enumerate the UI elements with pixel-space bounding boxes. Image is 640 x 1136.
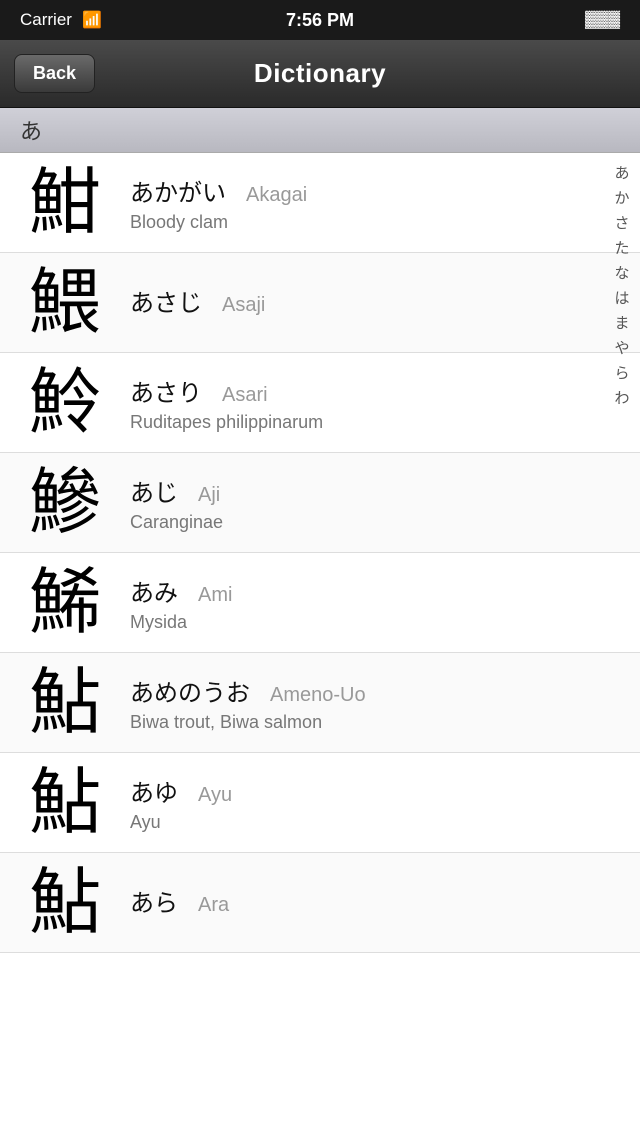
romanji-0: Akagai	[246, 184, 307, 207]
entry-details-1: あさじ Asaji	[120, 283, 590, 322]
index-item-な[interactable]: な	[614, 263, 629, 284]
english-2: Ruditapes philippinarum	[130, 412, 590, 433]
index-item-ま[interactable]: ま	[614, 313, 629, 334]
index-item-わ[interactable]: わ	[614, 388, 629, 409]
status-bar: Carrier 📶 7:56 PM ▓▓▓	[0, 0, 640, 40]
hiragana-7: あら	[130, 883, 178, 918]
nav-title: Dictionary	[254, 58, 386, 89]
dict-entry-3[interactable]: 鰺あじ Aji Caranginae	[0, 453, 640, 553]
romanji-4: Ami	[198, 584, 232, 607]
entry-details-2: あさり Asari Ruditapes philippinarum	[120, 373, 590, 433]
dict-entry-6[interactable]: 鮎あゆ Ayu Ayu	[0, 753, 640, 853]
entry-details-7: あら Ara	[120, 883, 590, 922]
kanji-5: 鮎	[10, 667, 120, 739]
kanji-7: 鮎	[10, 867, 120, 939]
hiragana-1: あさじ	[130, 283, 202, 318]
kanji-1: 鰃	[10, 267, 120, 339]
dict-entry-1[interactable]: 鰃あさじ Asaji	[0, 253, 640, 353]
hiragana-0: あかがい	[130, 173, 226, 208]
entry-details-5: あめのうお Ameno-Uo Biwa trout, Biwa salmon	[120, 673, 590, 733]
dict-entry-2[interactable]: 魿あさり Asari Ruditapes philippinarum	[0, 353, 640, 453]
kanji-3: 鰺	[10, 467, 120, 539]
romanji-6: Ayu	[198, 784, 232, 807]
wifi-icon: 📶	[82, 10, 102, 30]
romanji-1: Asaji	[222, 294, 265, 317]
entry-details-6: あゆ Ayu Ayu	[120, 773, 590, 833]
carrier-label: Carrier	[20, 10, 72, 30]
index-item-た[interactable]: た	[614, 238, 629, 259]
index-sidebar[interactable]: あかさたなはまやらわ	[604, 153, 640, 409]
index-item-か[interactable]: か	[614, 188, 629, 209]
hiragana-4: あみ	[130, 573, 178, 608]
english-5: Biwa trout, Biwa salmon	[130, 712, 590, 733]
section-header: あ	[0, 108, 640, 153]
kanji-4: 鯑	[10, 567, 120, 639]
romanji-3: Aji	[198, 484, 220, 507]
hiragana-6: あゆ	[130, 773, 178, 808]
index-item-さ[interactable]: さ	[614, 213, 629, 234]
dict-entry-5[interactable]: 鮎あめのうお Ameno-Uo Biwa trout, Biwa salmon	[0, 653, 640, 753]
index-item-あ[interactable]: あ	[614, 163, 629, 184]
hiragana-3: あじ	[130, 473, 178, 508]
dictionary-list: あかさたなはまやらわ 魽あかがい Akagai Bloody clam 鰃あさじ Asa…	[0, 153, 640, 953]
romanji-7: Ara	[198, 894, 229, 917]
entry-details-4: あみ Ami Mysida	[120, 573, 590, 633]
index-item-や[interactable]: や	[614, 338, 629, 359]
status-time: 7:56 PM	[286, 10, 354, 31]
dict-entry-4[interactable]: 鯑あみ Ami Mysida	[0, 553, 640, 653]
entry-details-0: あかがい Akagai Bloody clam	[120, 173, 590, 233]
english-0: Bloody clam	[130, 212, 590, 233]
dict-entry-0[interactable]: 魽あかがい Akagai Bloody clam	[0, 153, 640, 253]
romanji-5: Ameno-Uo	[270, 684, 366, 707]
english-4: Mysida	[130, 612, 590, 633]
index-item-は[interactable]: は	[614, 288, 629, 309]
entries-container: 魽あかがい Akagai Bloody clam 鰃あさじ Asaji 魿あさり Asari…	[0, 153, 640, 953]
kanji-2: 魿	[10, 367, 120, 439]
kanji-0: 魽	[10, 167, 120, 239]
kanji-6: 鮎	[10, 767, 120, 839]
english-3: Caranginae	[130, 512, 590, 533]
english-6: Ayu	[130, 812, 590, 833]
index-item-ら[interactable]: ら	[614, 363, 629, 384]
nav-bar: Back Dictionary	[0, 40, 640, 108]
back-button[interactable]: Back	[14, 54, 95, 93]
hiragana-2: あさり	[130, 373, 202, 408]
status-left: Carrier 📶	[20, 10, 102, 30]
battery-icon: ▓▓▓	[585, 11, 620, 29]
hiragana-5: あめのうお	[130, 673, 250, 708]
entry-details-3: あじ Aji Caranginae	[120, 473, 590, 533]
romanji-2: Asari	[222, 384, 268, 407]
dict-entry-7[interactable]: 鮎あら Ara	[0, 853, 640, 953]
